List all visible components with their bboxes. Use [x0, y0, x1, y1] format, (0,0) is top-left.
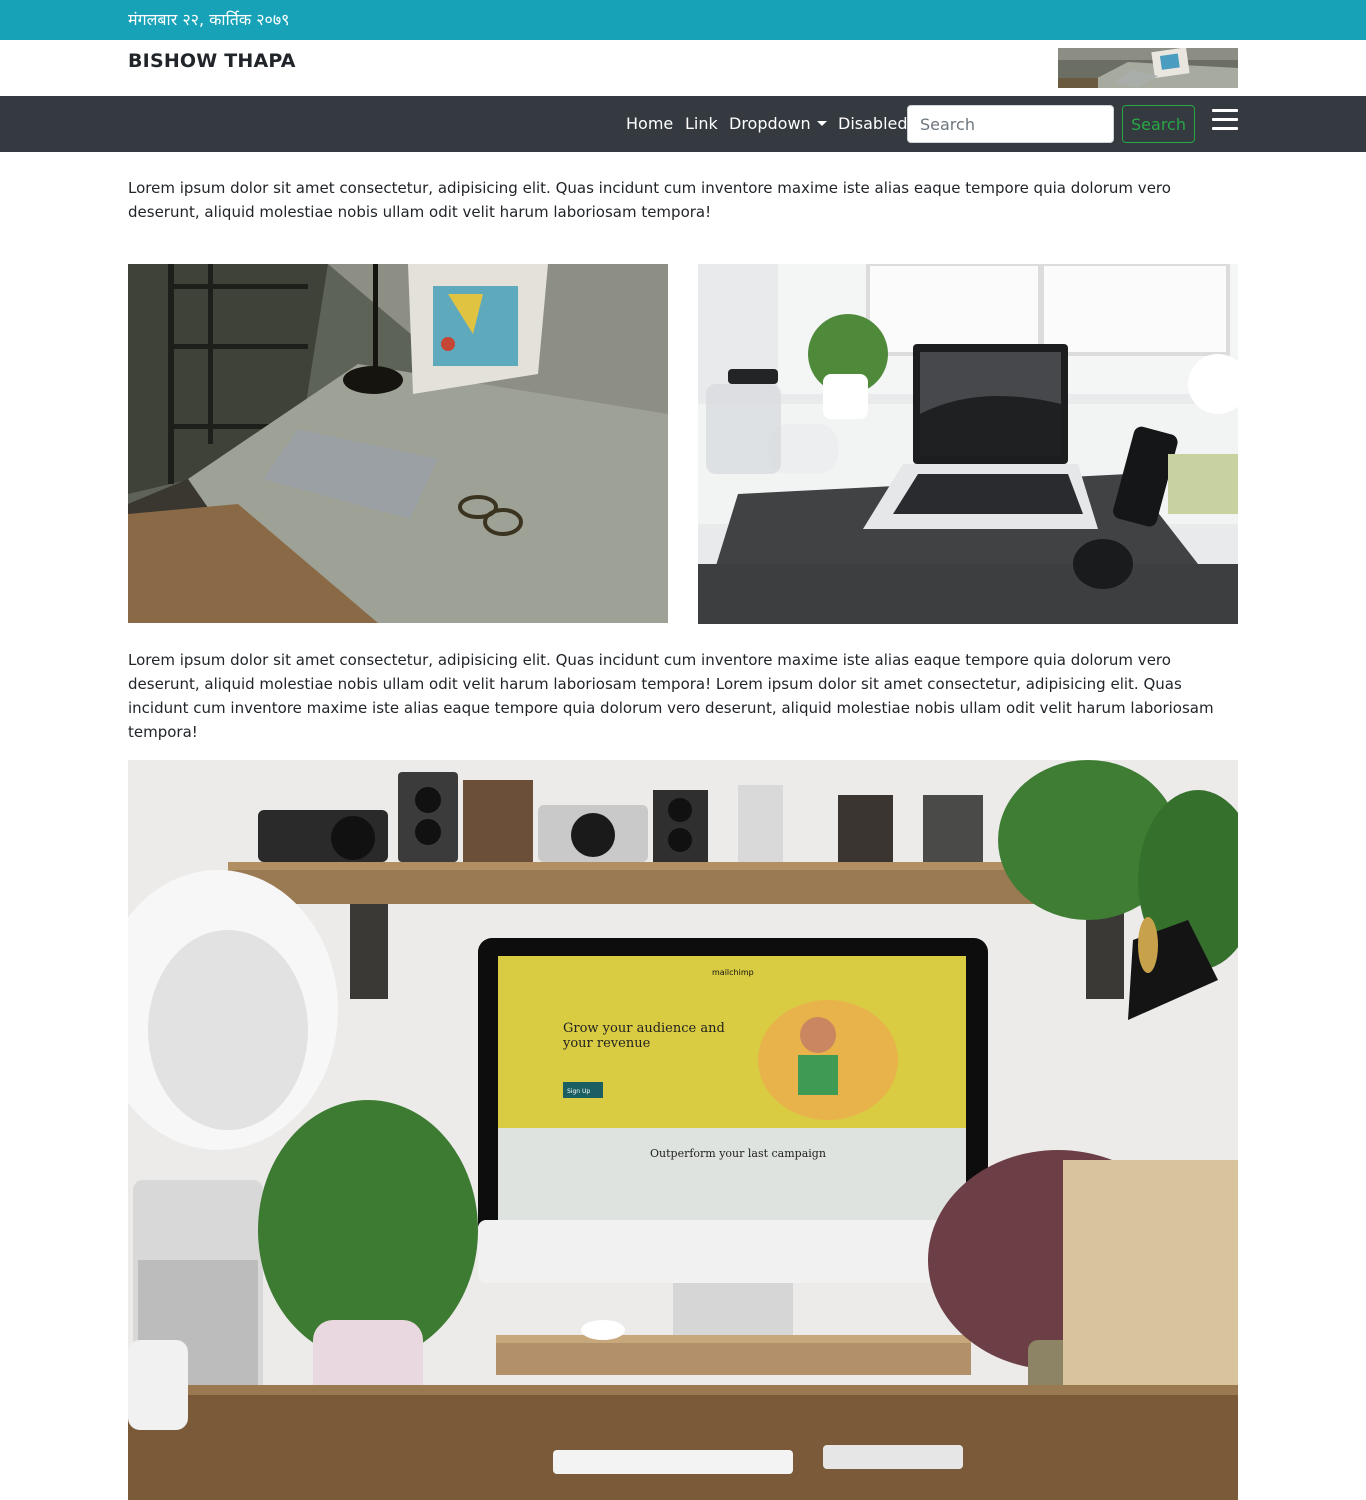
- nav-link-home[interactable]: Home: [626, 114, 673, 134]
- nav-dropdown[interactable]: Dropdown: [729, 114, 827, 134]
- desk-laptop-glasses-image: [128, 264, 668, 623]
- top-date-bar: मंगलबार २२, कार्तिक २०७९: [0, 0, 1366, 40]
- caret-down-icon: [816, 121, 827, 126]
- intro-paragraph: Lorem ipsum dolor sit amet consectetur, …: [128, 179, 1171, 221]
- workspace-imac-image: Grow your audience and your revenue mail…: [128, 760, 1238, 1500]
- nav-link-link[interactable]: Link: [685, 114, 718, 134]
- screen-subheadline: Outperform your last campaign: [650, 1147, 826, 1160]
- search-button[interactable]: Search: [1122, 105, 1195, 143]
- screen-headline-1: Grow your audience and: [563, 1021, 725, 1036]
- nav-dropdown-label: Dropdown: [729, 114, 811, 133]
- search-input[interactable]: [907, 105, 1114, 143]
- screen-headline-2: your revenue: [562, 1036, 651, 1051]
- screen-brand: mailchimp: [712, 968, 754, 977]
- brand-row: BISHOW THAPA: [0, 40, 1366, 96]
- nav-link-disabled: Disabled: [838, 114, 908, 133]
- screen-signup: Sign Up: [567, 1088, 590, 1095]
- body-paragraph: Lorem ipsum dolor sit amet consectetur, …: [128, 651, 1214, 741]
- hamburger-icon[interactable]: [1212, 109, 1238, 131]
- nepali-date: मंगलबार २२, कार्तिक २०७९: [128, 10, 290, 29]
- main-navbar: Home Link Dropdown Disabled Search: [0, 96, 1366, 152]
- header-thumbnail-image: [1058, 48, 1238, 88]
- desk-laptop-plant-image: [698, 264, 1238, 624]
- site-brand[interactable]: BISHOW THAPA: [128, 50, 296, 72]
